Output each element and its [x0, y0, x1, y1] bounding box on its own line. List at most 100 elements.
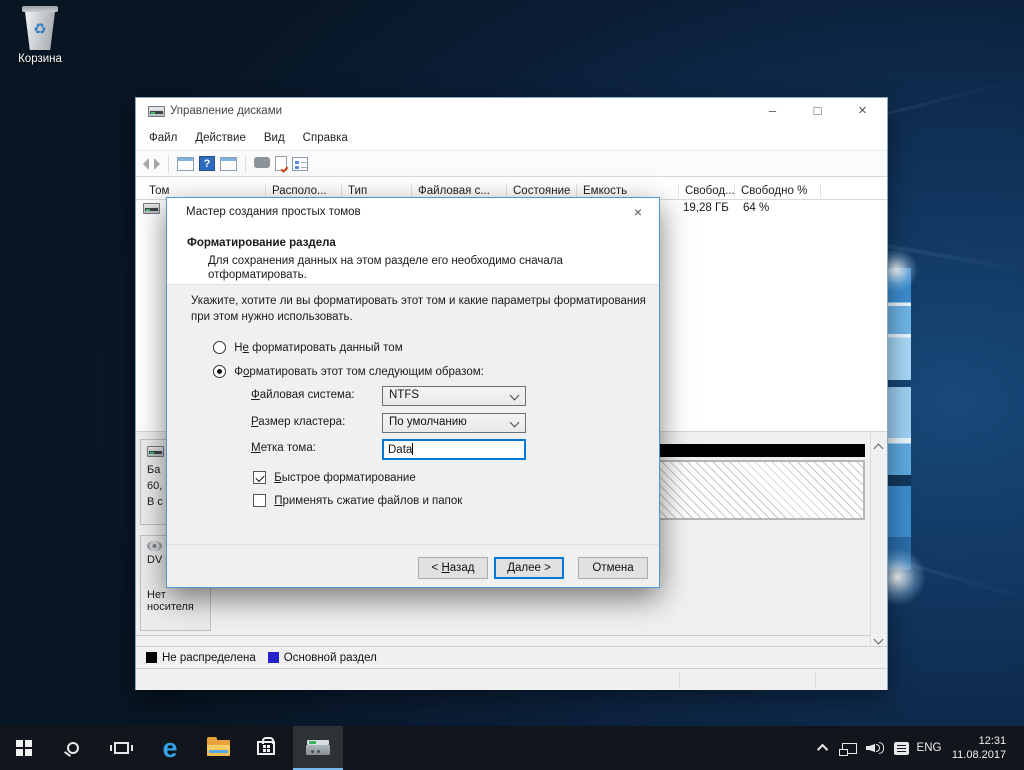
file-explorer-icon: [207, 740, 230, 756]
show-action-pane-icon[interactable]: [220, 157, 237, 171]
wizard-subheading-1: Для сохранения данных на этом разделе ег…: [208, 254, 563, 268]
volume-label-input[interactable]: Data: [382, 439, 526, 460]
menu-help[interactable]: Справка: [294, 129, 357, 147]
action-center-button[interactable]: [888, 726, 914, 770]
legend-primary-swatch: [268, 652, 279, 663]
cdrom-line1: DV: [147, 554, 162, 566]
back-icon[interactable]: [143, 158, 149, 170]
legend-unallocated-label: Не распределена: [162, 652, 256, 664]
close-button[interactable]: ×: [840, 98, 885, 126]
properties-list-icon[interactable]: [292, 157, 308, 171]
compression-box[interactable]: [253, 494, 266, 507]
help-icon[interactable]: ?: [199, 156, 215, 171]
network-tray-button[interactable]: [836, 726, 862, 770]
radio-format[interactable]: Форматировать этот том следующим образом…: [213, 365, 484, 378]
wizard-subheading-2: отформатировать.: [208, 268, 307, 282]
tray-expand-button[interactable]: [812, 726, 836, 770]
tray-time: 12:31: [952, 734, 1006, 748]
status-bar: [136, 668, 887, 690]
cancel-button[interactable]: Отмена: [578, 557, 648, 579]
new-simple-volume-wizard: Мастер создания простых томов × Форматир…: [166, 197, 660, 588]
chevron-down-icon: [510, 418, 520, 428]
file-explorer-button[interactable]: [200, 726, 236, 770]
volume-tray-button[interactable]: [862, 726, 888, 770]
search-button[interactable]: [56, 726, 90, 770]
status-bubble-icon[interactable]: [254, 157, 270, 168]
radio-format-circle[interactable]: [213, 365, 226, 378]
network-icon: [842, 743, 857, 754]
task-view-button[interactable]: [104, 726, 138, 770]
column-free-space[interactable]: Свобод...: [679, 183, 735, 200]
store-icon: [257, 741, 275, 755]
toolbar: ?: [136, 150, 887, 177]
file-system-value: NTFS: [389, 389, 419, 401]
menu-file[interactable]: Файл: [140, 129, 186, 147]
forward-icon[interactable]: [154, 158, 160, 170]
radio-no-format-circle[interactable]: [213, 341, 226, 354]
column-free-percent[interactable]: Свободно %: [735, 183, 821, 200]
text-caret: [412, 443, 413, 455]
wizard-intro-1: Укажите, хотите ли вы форматировать этот…: [191, 295, 646, 307]
menu-view[interactable]: Вид: [255, 129, 294, 147]
recycle-bin[interactable]: ♻ Корзина: [8, 6, 72, 65]
next-button[interactable]: Далее >: [494, 557, 564, 579]
row-free-percent: 64 %: [743, 202, 769, 214]
minimize-button[interactable]: –: [750, 98, 795, 126]
show-console-tree-icon[interactable]: [177, 157, 194, 171]
wizard-title: Мастер создания простых томов: [186, 206, 361, 218]
disk-management-taskbar-button[interactable]: [293, 726, 343, 770]
title-bar[interactable]: Управление дисками – □ ×: [136, 98, 887, 126]
edge-button[interactable]: e: [152, 726, 188, 770]
disk0-line2: 60,: [147, 480, 162, 492]
store-button[interactable]: [248, 726, 284, 770]
search-icon: [67, 742, 79, 754]
windows-logo-pane-top: [888, 268, 911, 380]
wizard-title-bar[interactable]: Мастер создания простых томов ×: [167, 198, 659, 228]
clock[interactable]: 12:31 11.08.2017: [946, 726, 1012, 770]
compression-label: Применять сжатие файлов и папок: [274, 495, 462, 507]
cd-icon: [147, 541, 162, 551]
window-title: Управление дисками: [170, 105, 282, 117]
legend-bar: Не распределена Основной раздел: [136, 646, 887, 668]
taskbar: e ENG: [0, 726, 1024, 770]
legend-unallocated-swatch: [146, 652, 157, 663]
volume-drive-icon: [143, 203, 160, 214]
cdrom-status: Нет носителя: [147, 589, 210, 613]
task-view-icon: [114, 742, 129, 754]
vertical-scrollbar[interactable]: [870, 432, 887, 647]
disk0-line3: В с: [147, 496, 163, 508]
wizard-intro-2: при этом нужно использовать.: [191, 311, 353, 323]
back-button[interactable]: < Назад: [418, 557, 488, 579]
compression-checkbox[interactable]: Применять сжатие файлов и папок: [253, 494, 462, 507]
quick-format-checkbox[interactable]: Быстрое форматирование: [253, 471, 416, 484]
cluster-size-select[interactable]: По умолчанию: [382, 413, 526, 433]
wizard-header: Форматирование раздела Для сохранения да…: [167, 228, 659, 285]
maximize-button[interactable]: □: [795, 98, 840, 126]
recycle-bin-icon: ♻: [8, 6, 72, 50]
file-system-select[interactable]: NTFS: [382, 386, 526, 406]
disk-management-icon: [306, 740, 330, 755]
radio-format-label: Форматировать этот том следующим образом…: [234, 366, 484, 378]
start-button[interactable]: [8, 726, 40, 770]
volume-label-label: Метка тома:: [251, 442, 316, 454]
app-icon: [148, 106, 165, 117]
chevron-up-icon: [817, 744, 828, 755]
recycle-bin-label: Корзина: [8, 53, 72, 65]
column-filler: [821, 183, 887, 200]
toolbar-separator: [245, 155, 246, 173]
wizard-close-icon[interactable]: ×: [623, 200, 653, 226]
volume-label-value: Data: [388, 444, 412, 456]
radio-no-format-label: Не форматировать данный том: [234, 342, 402, 354]
windows-logo-pane-bottom: [888, 387, 911, 570]
language-indicator[interactable]: ENG: [912, 726, 946, 770]
footer-separator: [167, 544, 659, 545]
quick-format-box[interactable]: [253, 471, 266, 484]
rows-bottom-border: [136, 635, 870, 636]
radio-no-format[interactable]: Не форматировать данный том: [213, 341, 403, 354]
check-document-icon[interactable]: [275, 156, 287, 171]
recycle-symbol-icon: ♻: [23, 20, 57, 38]
scroll-up-icon[interactable]: [875, 439, 882, 457]
tray-date: 11.08.2017: [952, 748, 1006, 762]
windows-logo-icon: [16, 740, 32, 756]
menu-action[interactable]: Действие: [186, 129, 255, 147]
